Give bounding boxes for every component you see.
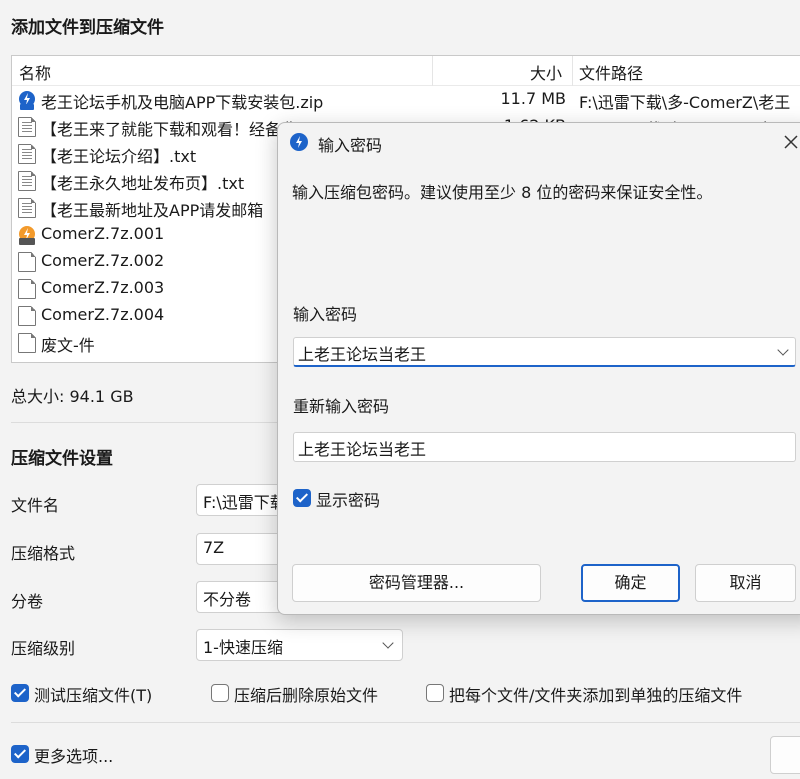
text-file-icon (18, 198, 36, 218)
file-path: F:\迅雷下载\多-ComerZ\老王 (579, 93, 791, 112)
text-file-icon (18, 171, 36, 191)
password-value: 上老王论坛当老王 (298, 345, 427, 364)
level-select[interactable]: 1-快速压缩 (196, 629, 403, 661)
file-name: 【老王最新地址及APP请发邮箱 (41, 201, 264, 220)
close-icon[interactable] (780, 131, 800, 153)
separate-archives-label[interactable]: 把每个文件/文件夹添加到单独的压缩文件 (449, 682, 742, 706)
level-label: 压缩级别 (11, 639, 76, 658)
file-name: ComerZ.7z.004 (41, 305, 165, 324)
file-name: 【老王论坛介绍】.txt (41, 147, 197, 166)
file-name: 【老王永久地址发布页】.txt (41, 174, 245, 193)
delete-originals-label[interactable]: 压缩后删除原始文件 (234, 682, 378, 706)
text-file-icon (18, 117, 36, 137)
filename-label: 文件名 (11, 496, 60, 515)
delete-originals-checkbox[interactable] (211, 684, 229, 702)
show-password-checkbox[interactable] (293, 489, 311, 507)
app-icon (290, 133, 308, 151)
more-options-label[interactable]: 更多选项... (34, 743, 113, 767)
file-list-header: 名称 大小 文件路径 (12, 56, 800, 86)
partial-button[interactable] (770, 736, 800, 774)
filename-value: F:\迅雷下载 (203, 493, 286, 512)
text-file-icon (18, 144, 36, 164)
zip-icon (17, 90, 37, 110)
test-archive-checkbox[interactable] (11, 684, 29, 702)
reenter-password-label: 重新输入密码 (293, 397, 390, 416)
split-label: 分卷 (11, 592, 44, 611)
file-name: ComerZ.7z.003 (41, 278, 165, 297)
file-icon (18, 333, 36, 353)
file-name: 老王论坛手机及电脑APP下载安装包.zip (41, 93, 324, 112)
chevron-down-icon (382, 637, 394, 649)
format-label: 压缩格式 (11, 544, 76, 563)
file-icon (18, 252, 36, 272)
file-size: 11.7 MB (500, 89, 567, 108)
password-manager-button[interactable]: 密码管理器... (292, 564, 541, 602)
dialog-description: 输入压缩包密码。建议使用至少 8 位的密码来保证安全性。 (292, 183, 713, 202)
settings-heading: 压缩文件设置 (11, 449, 113, 469)
column-header-path[interactable]: 文件路径 (579, 60, 643, 84)
password-dialog: 输入密码 输入压缩包密码。建议使用至少 8 位的密码来保证安全性。 输入密码 上… (277, 122, 800, 615)
divider (11, 722, 800, 723)
cancel-button[interactable]: 取消 (695, 564, 796, 602)
window-title: 添加文件到压缩文件 (11, 18, 164, 38)
ok-button[interactable]: 确定 (581, 564, 680, 602)
7z-volume-icon (17, 225, 37, 245)
file-name: ComerZ.7z.002 (41, 251, 165, 270)
split-value: 不分卷 (203, 590, 252, 609)
column-header-size[interactable]: 大小 (530, 60, 562, 84)
password-label: 输入密码 (293, 305, 358, 324)
dialog-title: 输入密码 (318, 136, 383, 155)
file-row[interactable]: 老王论坛手机及电脑APP下载安装包.zip 11.7 MB F:\迅雷下载\多-Co… (12, 86, 800, 113)
file-icon (18, 306, 36, 326)
total-size: 总大小: 94.1 GB (11, 387, 134, 406)
reenter-password-value: 上老王论坛当老王 (298, 440, 427, 459)
column-header-name[interactable]: 名称 (19, 60, 51, 84)
level-value: 1-快速压缩 (203, 638, 283, 657)
file-name: 废文-件 (41, 336, 95, 355)
file-name: ComerZ.7z.001 (41, 224, 165, 243)
file-icon (18, 279, 36, 299)
separate-archives-checkbox[interactable] (426, 684, 444, 702)
show-password-label[interactable]: 显示密码 (316, 487, 380, 511)
test-archive-label[interactable]: 测试压缩文件(T) (34, 682, 152, 706)
password-input[interactable]: 上老王论坛当老王 (293, 337, 796, 367)
reenter-password-input[interactable]: 上老王论坛当老王 (293, 432, 796, 462)
more-options-checkbox[interactable] (11, 745, 29, 763)
format-value: 7Z (203, 538, 225, 557)
chevron-down-icon[interactable] (777, 344, 789, 356)
